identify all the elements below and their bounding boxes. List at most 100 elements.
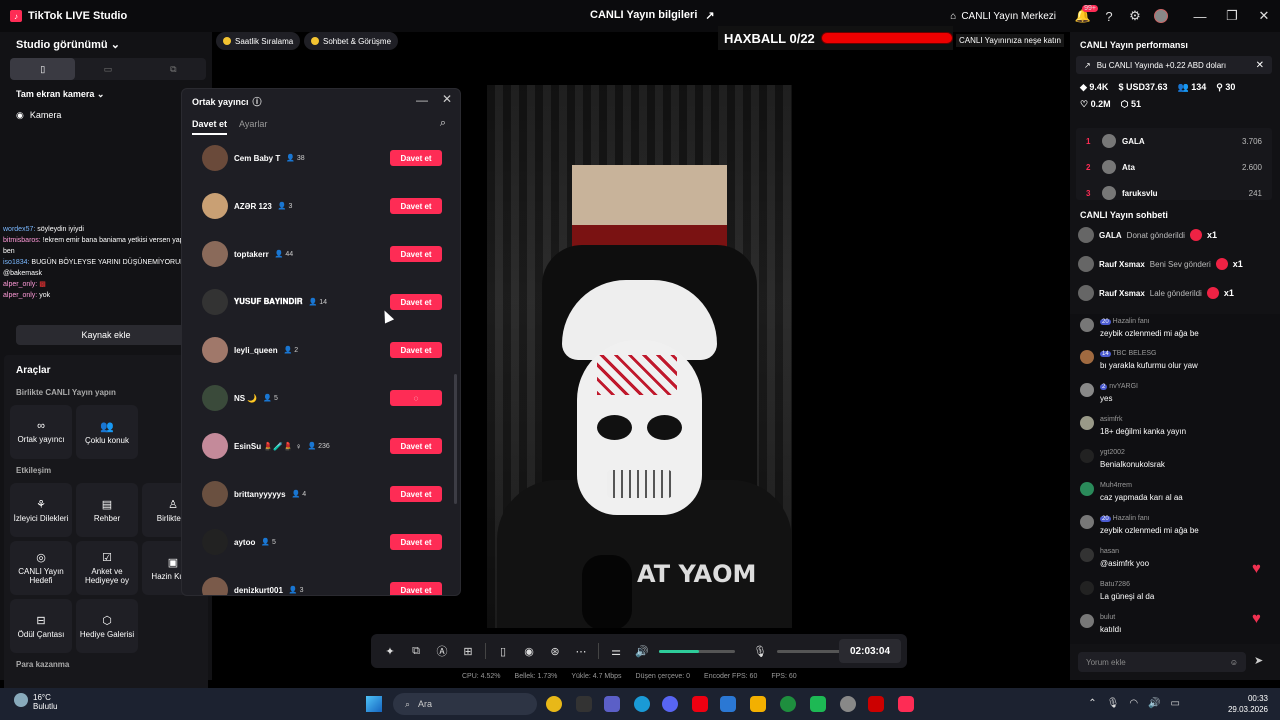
ai-effect-icon[interactable]: Ⓐ — [429, 643, 455, 659]
portrait-view-button[interactable]: ▯ — [10, 58, 76, 80]
invite-button[interactable]: Davet et — [390, 342, 442, 358]
microphone-icon[interactable]: 🎙 — [1107, 698, 1120, 709]
discord-icon[interactable] — [662, 696, 678, 712]
poll-tool-button[interactable]: ☑ Anket ve Hediyeye oy — [76, 541, 138, 595]
chat-meet-chip[interactable]: Sohbet & Görüşme — [304, 32, 399, 50]
viewer-requests-tool-button[interactable]: ⚘ İzleyici Dilekleri — [10, 483, 72, 537]
ranking-row[interactable]: 3 faruksvlu 241 — [1076, 180, 1272, 200]
tiktok-studio-icon[interactable] — [898, 696, 914, 712]
folder-icon[interactable] — [750, 696, 766, 712]
user-name: Cem Baby T — [234, 153, 281, 163]
guide-tool-button[interactable]: ▤ Rehber — [76, 483, 138, 537]
dialog-minimize-button[interactable]: — — [416, 93, 428, 107]
invite-loading-button[interactable]: ◌ — [390, 390, 442, 406]
metrics: ◆ 9.4K $ USD37.63 👥 134 ⚲ 30 ♡ 0.2M ⬡ 51 — [1080, 82, 1274, 110]
windows-start-icon[interactable] — [366, 696, 382, 712]
speaker-icon[interactable]: 🔊 — [629, 645, 655, 658]
chat-user: bulut — [1100, 614, 1116, 621]
invite-button[interactable]: Davet et — [390, 294, 442, 310]
maximize-window-button[interactable]: ❐ — [1216, 0, 1248, 32]
chat-message[interactable]: 14 TBC BELESG bı yarakla kufurmu olur yaw — [1080, 348, 1270, 372]
reward-bag-tool-button[interactable]: ⊟ Ödül Çantası — [10, 599, 72, 653]
gift-text: Beni Sev gönderi — [1149, 259, 1211, 269]
weather-widget[interactable]: 16°C Bulutlu — [14, 693, 57, 711]
more-icon[interactable]: ⋯ — [568, 645, 594, 658]
close-icon[interactable]: ✕ — [1256, 60, 1264, 71]
chrome2-icon[interactable] — [780, 696, 796, 712]
overlay-edit-icon[interactable]: ⧉ — [403, 645, 429, 658]
send-icon[interactable]: ➤ — [1254, 654, 1263, 667]
fullscreen-camera-dropdown[interactable]: Tam ekran kamera ⌄ — [16, 89, 104, 100]
settings-sliders-icon[interactable]: ⚌ — [603, 645, 629, 658]
add-media-icon[interactable]: ⊞ — [455, 645, 481, 658]
live-info-button[interactable]: CANLI Yayın bilgileri ↗ — [590, 9, 715, 22]
close-window-button[interactable]: ✕ — [1248, 0, 1280, 32]
explorer-icon[interactable] — [576, 696, 592, 712]
mobile-icon[interactable]: ▯ — [490, 645, 516, 658]
add-source-button[interactable]: Kaynak ekle — [16, 325, 196, 345]
chat-message[interactable]: ygt2002 Benialkonukolsrak — [1080, 447, 1270, 471]
dialog-scrollbar[interactable] — [454, 374, 457, 504]
chat-message[interactable]: 20 Hazalin fanı zeybik ozlenmedi mi ağa b… — [1080, 513, 1270, 537]
help-icon[interactable]: ⓘ — [253, 95, 262, 108]
youtube-icon[interactable] — [868, 696, 884, 712]
search-icon[interactable]: ⌕ — [440, 117, 446, 130]
minimize-window-button[interactable]: — — [1184, 0, 1216, 32]
chat-message[interactable]: 20 Hazalin fanı zeybik ozlenmedi mi ağa b… — [1080, 316, 1270, 340]
wifi-icon[interactable]: ◠ — [1129, 698, 1138, 709]
chat-message[interactable]: bulut katıldı — [1080, 612, 1270, 636]
studio-view-dropdown[interactable]: Studio görünümü ⌄ — [16, 38, 120, 51]
dialog-title: Ortak yayıncı — [192, 96, 249, 107]
chevron-up-icon[interactable]: ⌃ — [1088, 698, 1096, 709]
magic-wand-icon[interactable]: ✦ — [377, 645, 403, 658]
volume-slider[interactable] — [659, 649, 735, 653]
landscape-view-button[interactable]: ▭ — [75, 58, 140, 80]
help-icon[interactable]: ? — [1096, 3, 1122, 29]
spotify-icon[interactable] — [810, 696, 826, 712]
tab-invite[interactable]: Davet et — [192, 119, 228, 135]
chat-message[interactable]: Batu7286 La güneşi al da — [1080, 579, 1270, 603]
invite-button[interactable]: Davet et — [390, 246, 442, 262]
filter-icon[interactable]: ⊛ — [542, 645, 568, 658]
notification-bell-icon[interactable]: 🔔 99+ — [1070, 3, 1098, 29]
gear-icon[interactable]: ⚙ — [1122, 3, 1148, 29]
invite-button[interactable]: Davet et — [390, 582, 442, 595]
emoji-icon[interactable]: ☺ — [1230, 658, 1238, 667]
multi-guest-tool-button[interactable]: 👥 Çoklu konuk — [76, 405, 138, 459]
edge-icon[interactable] — [634, 696, 650, 712]
live-center-button[interactable]: ⌂ CANLI Yayın Merkezi — [950, 11, 1056, 22]
live-goal-tool-button[interactable]: ◎ CANLI Yayın Hedefi — [10, 541, 72, 595]
chrome-icon[interactable] — [546, 696, 562, 712]
ranking-row[interactable]: 2 Ata 2.600 — [1076, 154, 1272, 180]
taskbar-search[interactable]: ⌕ Ara — [393, 693, 537, 715]
chat-message[interactable]: asimfrk 18+ değilmi kanka yayın — [1080, 414, 1270, 438]
comment-input[interactable]: Yorum ekle ☺ — [1078, 652, 1246, 672]
app-icon[interactable] — [840, 696, 856, 712]
chat-message[interactable]: 2 nvYARGI yes — [1080, 381, 1270, 405]
hourly-ranking-chip[interactable]: Saatlik Sıralama — [216, 32, 301, 50]
mail-icon[interactable] — [720, 696, 736, 712]
camera-source[interactable]: ◉ Kamera — [16, 110, 61, 121]
volume-icon[interactable]: 🔊 — [1148, 698, 1160, 709]
teams-icon[interactable] — [604, 696, 620, 712]
chat-message[interactable]: Muh4rrem caz yapmada karı al aa — [1080, 480, 1270, 504]
profile-avatar[interactable] — [1148, 3, 1174, 29]
ranking-row[interactable]: 1 GALA 3.706 — [1076, 128, 1272, 154]
microphone-icon[interactable]: 🎙 — [747, 645, 773, 658]
invite-button[interactable]: Davet et — [390, 486, 442, 502]
battery-icon[interactable]: ▭ — [1171, 698, 1180, 709]
invite-button[interactable]: Davet et — [390, 438, 442, 454]
opera-icon[interactable] — [692, 696, 708, 712]
tab-settings[interactable]: Ayarlar — [239, 119, 267, 135]
dialog-close-button[interactable]: ✕ — [442, 92, 452, 106]
dual-view-button[interactable]: ⧉ — [141, 58, 206, 80]
gift-gallery-tool-button[interactable]: ⬡ Hediye Galerisi — [76, 599, 138, 653]
level-badge: 14 — [1100, 351, 1111, 357]
invite-button[interactable]: Davet et — [390, 198, 442, 214]
invite-button[interactable]: Davet et — [390, 150, 442, 166]
invite-button[interactable]: Davet et — [390, 534, 442, 550]
cohost-tool-button[interactable]: ∞ Ortak yayıncı — [10, 405, 72, 459]
clock[interactable]: 00:33 29.03.2026 — [1228, 693, 1268, 715]
record-icon[interactable]: ◉ — [516, 645, 542, 658]
chat-message[interactable]: hasan @asimfrk yoo — [1080, 546, 1270, 570]
